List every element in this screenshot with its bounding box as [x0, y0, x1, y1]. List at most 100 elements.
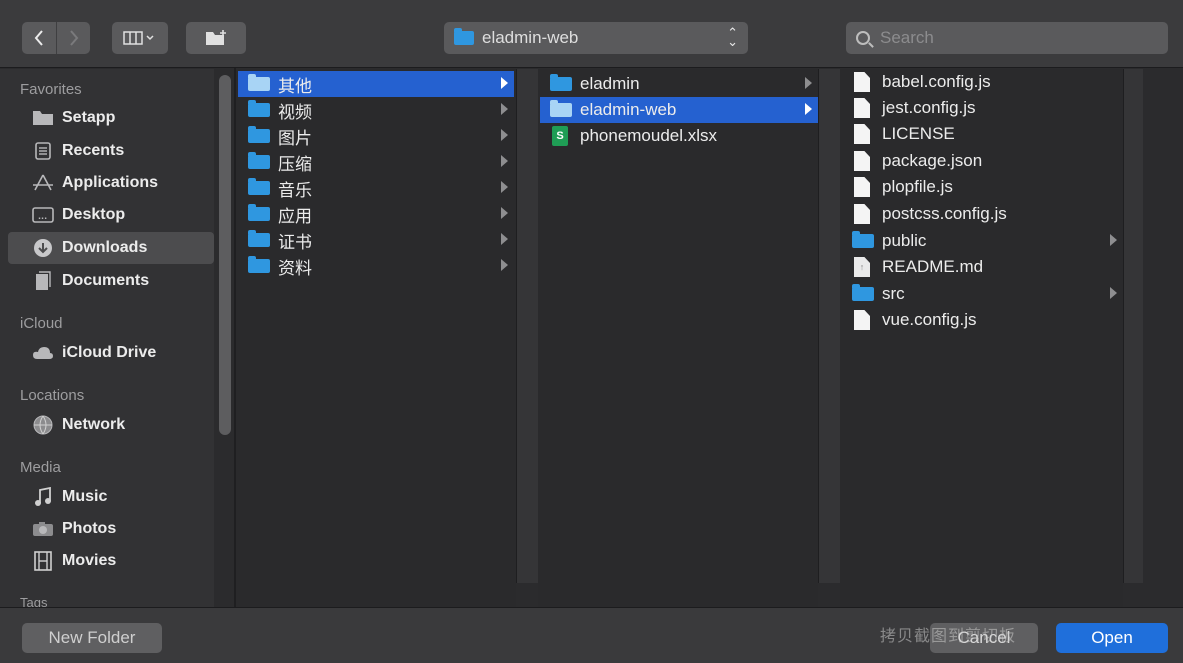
- list-item-label: README.md: [882, 257, 984, 276]
- sidebar-item-documents[interactable]: Documents: [8, 265, 214, 297]
- desktop-icon: ...: [32, 205, 54, 225]
- list-item-label: src: [882, 284, 905, 303]
- sidebar-item-label: Setapp: [62, 109, 116, 126]
- camera-icon: [32, 519, 54, 539]
- list-item[interactable]: plopfile.js: [842, 174, 1123, 200]
- sidebar-item-setapp[interactable]: Setapp: [8, 102, 214, 134]
- list-item-label: public: [882, 231, 927, 250]
- list-item[interactable]: 资料: [238, 253, 514, 279]
- folder-icon: [248, 74, 270, 91]
- column-2: eladmin eladmin-web S phonemoudel.xlsx: [538, 69, 818, 607]
- list-item[interactable]: 视频: [238, 97, 514, 123]
- new-folder-toolbar-button[interactable]: [186, 22, 246, 54]
- network-icon: [32, 415, 54, 435]
- list-item[interactable]: 应用: [238, 201, 514, 227]
- list-item-label: 压缩: [278, 154, 312, 174]
- search-field[interactable]: [846, 22, 1168, 54]
- sidebar-item-label: Applications: [62, 174, 159, 191]
- nav-buttons: [22, 22, 90, 54]
- list-item-label: phonemoudel.xlsx: [580, 126, 718, 145]
- sidebar-item-recents[interactable]: Recents: [8, 135, 214, 167]
- folder-icon: [248, 204, 270, 221]
- file-icon: [854, 98, 870, 118]
- list-item[interactable]: S phonemoudel.xlsx: [540, 123, 818, 149]
- sidebar-item-music[interactable]: Music: [8, 481, 214, 513]
- icloud-heading: iCloud: [20, 315, 63, 332]
- search-input[interactable]: [880, 28, 1140, 48]
- list-item[interactable]: postcss.config.js: [842, 201, 1123, 227]
- applications-icon: [32, 173, 54, 193]
- list-item[interactable]: 其他: [238, 71, 514, 97]
- list-item[interactable]: eladmin-web: [540, 97, 818, 123]
- list-item-label: jest.config.js: [882, 98, 976, 117]
- sidebar-item-movies[interactable]: Movies: [8, 545, 214, 577]
- list-item[interactable]: eladmin: [540, 71, 818, 97]
- folder-icon: [32, 108, 54, 128]
- list-item[interactable]: LICENSE: [842, 121, 1123, 147]
- film-icon: [32, 551, 54, 571]
- list-item[interactable]: src: [842, 281, 1123, 307]
- path-popup[interactable]: eladmin-web ⌃ ⌄: [444, 22, 748, 54]
- list-item[interactable]: public: [842, 228, 1123, 254]
- sidebar-item-icloud-drive[interactable]: iCloud Drive: [8, 337, 214, 369]
- spreadsheet-icon: S: [552, 126, 568, 146]
- column-3: babel.config.js jest.config.js LICENSE p…: [840, 69, 1123, 607]
- search-icon: [856, 31, 870, 45]
- sidebar-scrollbar[interactable]: [219, 75, 231, 435]
- folder-icon: [248, 152, 270, 169]
- music-icon: [32, 487, 54, 507]
- disclosure-arrow-icon: [805, 103, 812, 115]
- back-button[interactable]: [22, 22, 56, 54]
- sidebar-item-applications[interactable]: Applications: [8, 167, 214, 199]
- list-item[interactable]: 音乐: [238, 175, 514, 201]
- sidebar-item-network[interactable]: Network: [8, 409, 214, 441]
- sidebar-item-label: iCloud Drive: [62, 344, 157, 361]
- tags-heading: Tags: [20, 595, 48, 607]
- downloads-icon: [32, 238, 54, 258]
- recents-icon: [32, 141, 54, 161]
- new-folder-button[interactable]: New Folder: [22, 623, 162, 653]
- list-item[interactable]: vue.config.js: [842, 307, 1123, 333]
- disclosure-arrow-icon: [501, 77, 508, 89]
- list-item-label: 音乐: [278, 180, 312, 200]
- open-button[interactable]: Open: [1056, 623, 1168, 653]
- list-item[interactable]: ↑ README.md: [842, 254, 1123, 280]
- forward-button[interactable]: [56, 22, 90, 54]
- column-3-resize-bar[interactable]: [1123, 69, 1143, 583]
- list-item-label: LICENSE: [882, 124, 955, 143]
- folder-icon: [852, 231, 874, 248]
- list-item[interactable]: babel.config.js: [842, 69, 1123, 95]
- list-item[interactable]: 图片: [238, 123, 514, 149]
- file-icon: [854, 124, 870, 144]
- disclosure-arrow-icon: [501, 181, 508, 193]
- chevron-left-icon: [34, 30, 43, 46]
- list-item-label: 资料: [278, 258, 312, 278]
- toolbar: eladmin-web ⌃ ⌄: [0, 0, 1183, 68]
- locations-heading: Locations: [20, 387, 85, 404]
- list-item-label: eladmin: [580, 74, 640, 93]
- view-mode-button[interactable]: [112, 22, 168, 54]
- sidebar-item-desktop[interactable]: ... Desktop: [8, 199, 214, 231]
- file-icon: [854, 72, 870, 92]
- folder-icon: [248, 230, 270, 247]
- folder-icon: [550, 100, 572, 117]
- list-item-label: vue.config.js: [882, 310, 977, 329]
- column-1-resize-bar[interactable]: [516, 69, 538, 583]
- sidebar-item-label: Downloads: [62, 239, 148, 256]
- chevron-right-icon: [69, 30, 78, 46]
- sidebar-item-downloads[interactable]: Downloads: [8, 232, 214, 264]
- list-item[interactable]: 证书: [238, 227, 514, 253]
- documents-icon: [32, 271, 54, 291]
- column-2-resize-bar[interactable]: [818, 69, 840, 583]
- sidebar-item-photos[interactable]: Photos: [8, 513, 214, 545]
- file-icon: [854, 177, 870, 197]
- svg-text:...: ...: [38, 212, 47, 221]
- list-item-label: plopfile.js: [882, 177, 953, 196]
- sidebar-item-label: Music: [62, 488, 108, 505]
- list-item-label: 视频: [278, 102, 312, 122]
- list-item-label: package.json: [882, 151, 983, 170]
- list-item[interactable]: jest.config.js: [842, 95, 1123, 121]
- list-item[interactable]: package.json: [842, 148, 1123, 174]
- list-item[interactable]: 压缩: [238, 149, 514, 175]
- disclosure-arrow-icon: [501, 259, 508, 271]
